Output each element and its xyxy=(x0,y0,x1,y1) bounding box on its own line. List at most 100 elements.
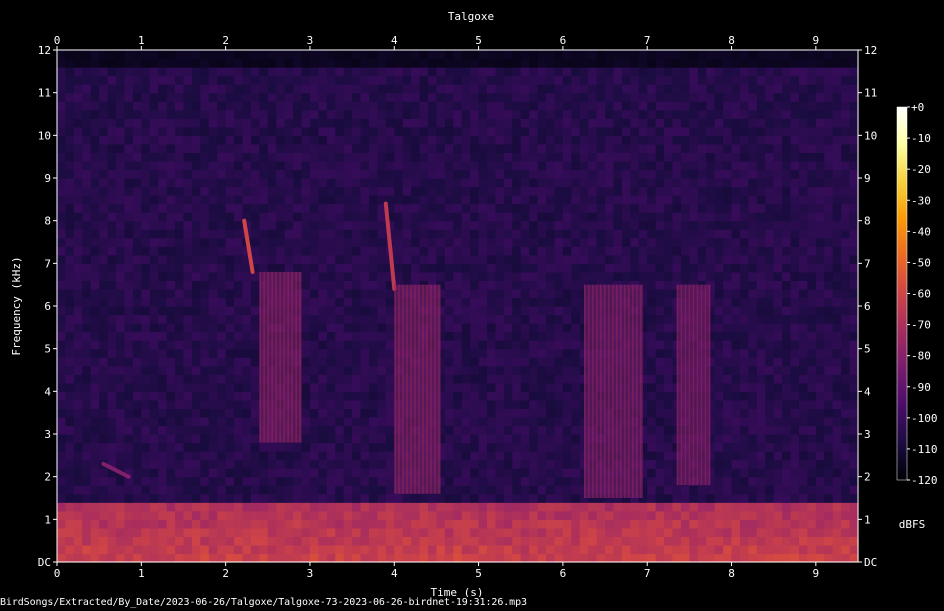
spectrogram-cell xyxy=(723,126,733,136)
spectrogram-cell xyxy=(470,493,480,503)
spectrogram-cell xyxy=(470,152,480,162)
spectrogram-cell xyxy=(495,468,505,478)
spectrogram-cell xyxy=(158,169,168,179)
spectrogram-cell xyxy=(200,203,210,213)
spectrogram-cell xyxy=(309,510,319,520)
spectrogram-cell xyxy=(680,126,690,136)
spectrogram-cell xyxy=(537,468,547,478)
spectrogram-cell xyxy=(217,135,227,145)
spectrogram-cell xyxy=(706,527,716,537)
spectrogram-cell xyxy=(158,493,168,503)
spectrogram-cell xyxy=(326,220,336,230)
spectrogram-cell xyxy=(158,135,168,145)
spectrogram-cell xyxy=(343,75,353,85)
spectrogram-cell xyxy=(132,306,142,316)
spectrogram-cell xyxy=(453,169,463,179)
spectrogram-cell xyxy=(73,459,83,469)
spectrogram-cell xyxy=(259,476,269,486)
spectrogram-cell xyxy=(529,374,539,384)
spectrogram-cell xyxy=(436,229,446,239)
spectrogram-cell xyxy=(191,178,201,188)
spectrogram-cell xyxy=(318,425,328,435)
spectrogram-cell xyxy=(309,212,319,222)
spectrogram-cell xyxy=(326,510,336,520)
spectrogram-cell xyxy=(107,485,117,495)
spectrogram-cell xyxy=(638,220,648,230)
spectrogram-cell xyxy=(487,536,497,546)
spectrogram-cell xyxy=(453,365,463,375)
spectrogram-cell xyxy=(588,169,598,179)
spectrogram-cell xyxy=(453,160,463,171)
spectrogram-cell xyxy=(461,212,471,222)
spectrogram-cell xyxy=(613,254,623,264)
spectrogram-cell xyxy=(546,468,556,478)
spectrogram-cell xyxy=(293,553,303,563)
spectrogram-cell xyxy=(512,434,522,444)
spectrogram-cell xyxy=(116,254,126,264)
spectrogram-cell xyxy=(647,109,657,119)
spectrogram-cell xyxy=(470,442,480,452)
spectrogram-cell xyxy=(487,237,497,247)
spectrogram-cell xyxy=(107,425,117,435)
spectrogram-cell xyxy=(478,485,488,495)
spectrogram-cell xyxy=(360,476,370,486)
spectrogram-cell xyxy=(217,442,227,452)
spectrogram-cell xyxy=(250,237,260,247)
spectrogram-cell xyxy=(672,92,682,102)
spectrogram-cell xyxy=(326,135,336,145)
spectrogram-cell xyxy=(520,237,530,247)
spectrogram-cell xyxy=(158,297,168,307)
spectrogram-cell xyxy=(360,391,370,401)
spectrogram-cell xyxy=(394,67,404,77)
spectrogram-cell xyxy=(200,502,210,512)
spectrogram-cell xyxy=(166,143,176,153)
spectrogram-cell xyxy=(124,288,134,299)
spectrogram-cell xyxy=(90,314,100,324)
spectrogram-cell xyxy=(166,553,176,563)
spectrogram-cell xyxy=(225,186,235,196)
spectrogram-cell xyxy=(90,468,100,478)
spectrogram-cell xyxy=(461,357,471,367)
spectrogram-cell xyxy=(225,451,235,461)
spectrogram-cell xyxy=(748,314,758,324)
spectrogram-cell xyxy=(697,109,707,119)
spectrogram-cell xyxy=(234,143,244,153)
spectrogram-cell xyxy=(57,160,67,171)
spectrogram-cell xyxy=(183,152,193,162)
spectrogram-cell xyxy=(478,92,488,102)
spectrogram-cell xyxy=(116,186,126,196)
spectrogram-cell xyxy=(487,527,497,537)
spectrogram-cell xyxy=(284,263,294,273)
spectrogram-cell xyxy=(284,118,294,128)
spectrogram-cell xyxy=(158,67,168,77)
spectrogram-cell xyxy=(394,109,404,119)
spectrogram-cell xyxy=(680,527,690,537)
spectrogram-cell xyxy=(326,408,336,418)
spectrogram-cell xyxy=(335,237,345,247)
spectrogram-cell xyxy=(208,186,218,196)
spectrogram-cell xyxy=(377,237,387,247)
spectrogram-cell xyxy=(689,220,699,230)
spectrogram-cell xyxy=(217,306,227,316)
spectrogram-cell xyxy=(537,195,547,205)
spectrogram-cell xyxy=(200,101,210,111)
spectrogram-cell xyxy=(731,152,741,162)
spectrogram-cell xyxy=(124,493,134,503)
spectrogram-cell xyxy=(453,374,463,384)
spectrogram-cell xyxy=(191,195,201,205)
spectrogram-cell xyxy=(116,519,126,529)
spectrogram-cell xyxy=(360,203,370,213)
spectrogram-cell xyxy=(166,254,176,264)
spectrogram-cell xyxy=(444,365,454,375)
spectrogram-cell xyxy=(495,331,505,341)
spectrogram-cell xyxy=(65,229,75,239)
spectrogram-cell xyxy=(495,391,505,401)
spectrogram-cell xyxy=(453,101,463,111)
spectrogram-cell xyxy=(394,263,404,273)
spectrogram-cell xyxy=(512,143,522,153)
spectrogram-cell xyxy=(250,178,260,188)
spectrogram-cell xyxy=(107,408,117,418)
spectrogram-cell xyxy=(605,220,615,230)
spectrogram-cell xyxy=(436,493,446,503)
spectrogram-cell xyxy=(141,357,151,367)
